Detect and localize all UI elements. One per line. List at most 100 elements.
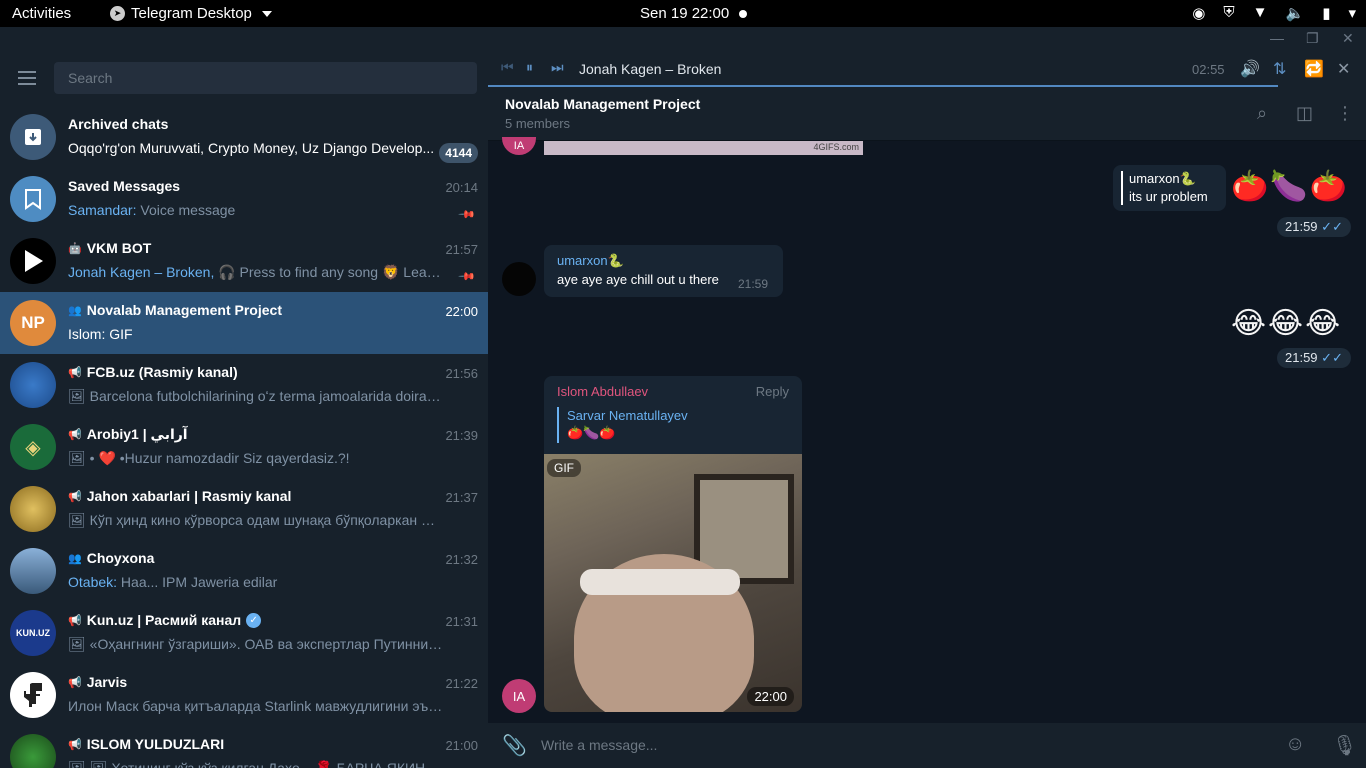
preview-sender: Jonah Kagen – Broken, [68, 264, 215, 280]
chat-name: 👥 Choyxona [68, 550, 155, 566]
app-menu[interactable]: ➤ Telegram Desktop [110, 5, 272, 22]
notification-dot-icon [739, 10, 747, 18]
chat-item-novalab[interactable]: NP 👥 Novalab Management Project 22:00 Isl… [0, 292, 488, 354]
menu-icon[interactable] [18, 71, 36, 85]
reply-bar [557, 407, 559, 443]
gif-badge: GIF [547, 459, 581, 477]
restore-icon[interactable]: ❐ [1306, 30, 1319, 47]
more-options-icon[interactable]: ⋮ [1336, 103, 1354, 124]
message-text: aye aye aye chill out u there [557, 272, 719, 287]
unread-badge: 4144 [439, 143, 478, 163]
incoming-gif-message[interactable]: Islom Abdullaev Reply Sarvar Nematullaye… [544, 376, 802, 466]
chat-time: 21:56 [445, 366, 478, 381]
outgoing-reply-quote[interactable]: umarxon🐍 its ur problem [1113, 165, 1226, 211]
chat-item-jahon-xabarlari[interactable]: 📢 Jahon xabarlari | Rasmiy kanal 21:37 🖼 … [0, 478, 488, 540]
chat-item-kun-uz[interactable]: KUN.UZ 📢 Kun.uz | Расмий канал ✓ 21:31 🖼 «… [0, 602, 488, 664]
chat-title[interactable]: Novalab Management Project [505, 96, 700, 112]
bookmark-icon [10, 176, 56, 222]
chat-time: 21:00 [445, 738, 478, 753]
message-input[interactable]: Write a message... [541, 737, 657, 753]
chat-item-vkm-bot[interactable]: 🤖 VKM BOT 21:57 Jonah Kagen – Broken, 🎧 P… [0, 230, 488, 292]
tray-app-icon[interactable]: ◉ [1192, 4, 1205, 22]
gif-media[interactable]: GIF 22:00 [544, 454, 802, 712]
shield-icon[interactable]: ⛨ [1223, 4, 1234, 22]
music-player: ⏮ ⏸ ⏭ Jonah Kagen – Broken 02:55 🔊 ⇅ 🔁 ✕ [488, 51, 1366, 87]
repeat-icon[interactable]: 🔁 [1304, 59, 1324, 79]
emoji-message[interactable]: 😂😂😂 [1231, 306, 1342, 341]
group-icon: 👥 [68, 552, 82, 565]
chat-list-sidebar: Search Archived chats Oqqo'rg'on Muruvva… [0, 51, 488, 768]
channel-icon: 📢 [68, 366, 82, 379]
message-sender[interactable]: Islom Abdullaev [557, 384, 648, 399]
wifi-icon[interactable]: ▼ [1253, 4, 1268, 22]
chat-members-count: 5 members [505, 116, 571, 131]
emoji-message[interactable]: 🍅🍆🍅 [1231, 169, 1349, 204]
chat-item-islom-yulduzlari[interactable]: 📢 ISLOM YULDUZLARI 21:00 🖼 🖼 Хотининг кўз… [0, 726, 488, 768]
battery-icon[interactable]: ▮ [1322, 4, 1330, 22]
power-menu-icon[interactable]: ▾ [1348, 4, 1356, 22]
chat-item-saved-messages[interactable]: Saved Messages 20:14 Samandar: Voice mes… [0, 168, 488, 230]
message-time: 21:59 ✓✓ [1277, 217, 1351, 237]
search-icon[interactable]: ⌕ [1257, 103, 1267, 124]
channel-icon: 📢 [68, 614, 82, 627]
microphone-icon[interactable]: 🎙 [1332, 733, 1357, 758]
track-time: 02:55 [1192, 62, 1225, 77]
archive-icon [10, 114, 56, 160]
order-icon[interactable]: ⇅ [1273, 59, 1286, 79]
chat-header: Novalab Management Project 5 members ⌕ ◫… [488, 87, 1366, 141]
close-player-icon[interactable]: ✕ [1337, 59, 1350, 79]
chat-preview: Otabek: Haa... IPM Jaweria edilar [68, 574, 443, 590]
preview-sender: Samandar: [68, 202, 137, 218]
double-check-icon: ✓✓ [1321, 350, 1343, 365]
verified-icon: ✓ [246, 612, 262, 628]
volume-icon[interactable]: 🔈 [1286, 4, 1305, 22]
chat-preview: 🖼 «Оҳангнинг ўзгариши». ОАВ ва экспертла… [68, 636, 443, 652]
reply-button[interactable]: Reply [756, 384, 789, 399]
gif-preview-strip[interactable]: 4GIFS.com [544, 141, 863, 155]
avatar [10, 486, 56, 532]
search-input[interactable]: Search [54, 62, 477, 94]
attach-icon[interactable]: 📎 [502, 733, 527, 758]
minimize-icon[interactable]: — [1270, 30, 1284, 46]
bot-icon: 🤖 [68, 242, 82, 255]
incoming-message[interactable]: umarxon🐍 aye aye aye chill out u there 2… [544, 245, 783, 297]
reply-author[interactable]: Sarvar Nematullayev [567, 408, 688, 423]
avatar: IA [502, 137, 536, 155]
pause-icon[interactable]: ⏸ [526, 59, 533, 76]
message-sender[interactable]: umarxon🐍 [557, 253, 624, 269]
chat-item-fcb-uz[interactable]: 📢 FCB.uz (Rasmiy kanal) 21:56 🖼 Barcelona… [0, 354, 488, 416]
double-check-icon: ✓✓ [1321, 219, 1343, 234]
clock[interactable]: Sen 19 22:00 [640, 5, 729, 22]
track-title[interactable]: Jonah Kagen – Broken [579, 61, 721, 77]
activities-button[interactable]: Activities [12, 5, 71, 22]
chat-preview: 🖼 • ❤️ •Huzur namozdadir Siz qayerdasiz.… [68, 450, 350, 466]
reply-author: umarxon🐍 [1129, 171, 1196, 186]
chat-item-arobiy1[interactable]: ◈ 📢 Arobiy1 | آرابي 21:39 🖼 • ❤️ •Huzur n… [0, 416, 488, 478]
volume-icon[interactable]: 🔊 [1240, 59, 1260, 79]
chat-name: 📢 Jarvis [68, 674, 128, 690]
next-track-icon[interactable]: ⏭ [551, 59, 564, 76]
previous-track-icon[interactable]: ⏮ [501, 59, 514, 76]
chat-preview: Samandar: Voice message [68, 202, 443, 218]
chat-item-jarvis[interactable]: 📢 Jarvis 21:22 Илон Маск барча қитъаларда… [0, 664, 488, 726]
channel-icon: 📢 [68, 676, 82, 689]
chat-time: 21:22 [445, 676, 478, 691]
chat-preview: 🖼 Кўп ҳинд кино кўрворса одам шунақа бўп… [68, 512, 443, 528]
chat-area: ⏮ ⏸ ⏭ Jonah Kagen – Broken 02:55 🔊 ⇅ 🔁 ✕… [488, 51, 1366, 768]
chat-time: 21:57 [445, 242, 478, 257]
chat-item-archived[interactable]: Archived chats Oqqo'rg'on Muruvvati, Cry… [0, 106, 488, 168]
avatar: NP [10, 300, 56, 346]
sidebar-toggle-icon[interactable]: ◫ [1296, 103, 1313, 124]
message-time: 21:59 ✓✓ [1277, 348, 1351, 368]
close-window-icon[interactable]: ✕ [1342, 30, 1354, 47]
channel-icon: 📢 [68, 490, 82, 503]
chat-name: 📢 ISLOM YULDUZLARI [68, 736, 225, 752]
chat-name: 📢 Arobiy1 | آرابي [68, 426, 188, 442]
emoji-icon[interactable]: ☺ [1285, 733, 1305, 756]
chevron-down-icon [261, 10, 272, 17]
avatar: ◈ [10, 424, 56, 470]
preview-text: Voice message [136, 202, 236, 218]
chat-preview: Jonah Kagen – Broken, 🎧 Press to find an… [68, 264, 443, 281]
avatar[interactable]: IA [502, 679, 536, 713]
chat-item-choyxona[interactable]: 👥 Choyxona 21:32 Otabek: Haa... IPM Jawer… [0, 540, 488, 602]
